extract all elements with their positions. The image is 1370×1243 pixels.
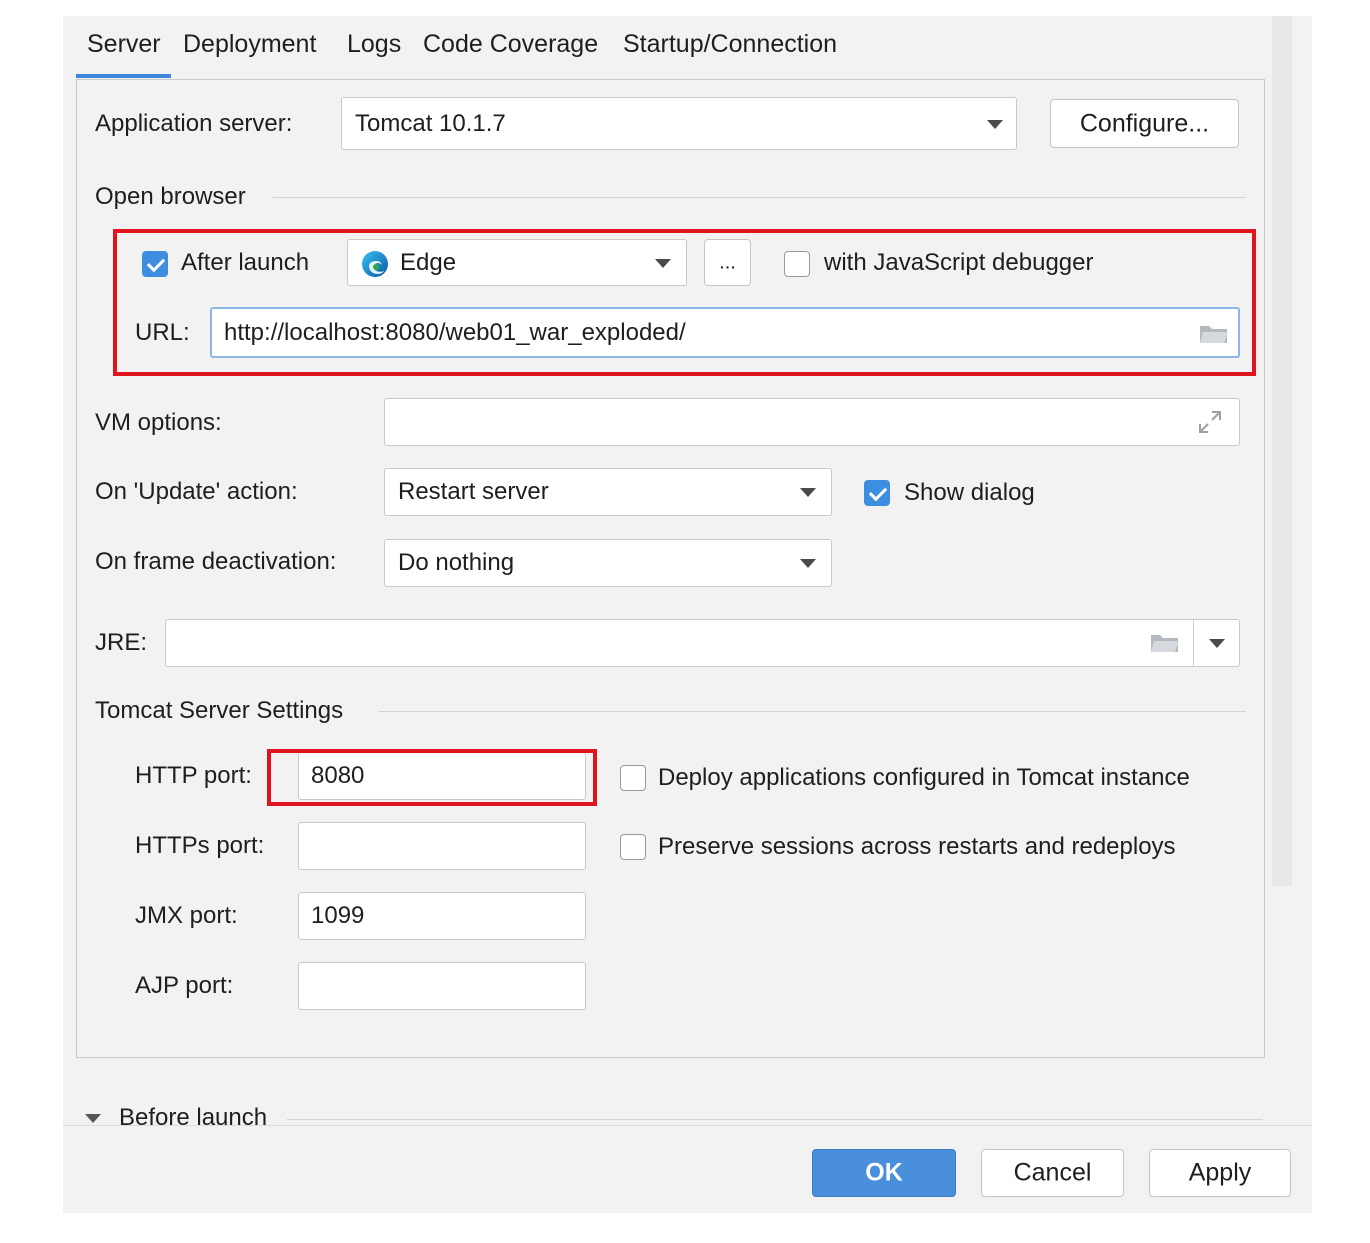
jmx-port-text-input[interactable] xyxy=(299,893,585,939)
chevron-down-icon xyxy=(987,120,1003,129)
vm-options-label: VM options: xyxy=(95,409,222,436)
before-launch-separator xyxy=(287,1119,1263,1120)
tab-code-coverage[interactable]: Code Coverage xyxy=(423,30,598,59)
application-server-select[interactable]: Tomcat 10.1.7 xyxy=(341,97,1017,150)
cancel-button-label: Cancel xyxy=(1013,1158,1092,1187)
https-port-label: HTTPs port: xyxy=(135,832,265,859)
run-configuration-dialog: Server Deployment Logs Code Coverage Sta… xyxy=(63,16,1312,1213)
on-frame-deactivation-value: Do nothing xyxy=(398,549,515,576)
jre-divider xyxy=(1193,620,1194,666)
on-frame-deactivation-select[interactable]: Do nothing xyxy=(384,539,832,587)
tomcat-settings-separator xyxy=(379,711,1246,712)
chevron-down-icon xyxy=(800,488,816,497)
open-browser-section-label: Open browser xyxy=(95,183,246,210)
configure-button-label: Configure... xyxy=(1079,109,1210,137)
url-highlight-box xyxy=(113,229,1256,376)
apply-button-label: Apply xyxy=(1188,1158,1252,1187)
tomcat-settings-section-label: Tomcat Server Settings xyxy=(95,697,344,724)
vm-options-text-input[interactable] xyxy=(385,399,1239,445)
on-frame-deactivation-label: On frame deactivation: xyxy=(95,548,337,575)
vertical-scrollbar[interactable] xyxy=(1272,16,1292,886)
dialog-footer xyxy=(63,1125,1312,1213)
vm-options-input[interactable] xyxy=(384,398,1240,446)
https-port-text-input[interactable] xyxy=(299,823,585,869)
deploy-applications-label: Deploy applications configured in Tomcat… xyxy=(658,764,1190,791)
chevron-down-icon[interactable] xyxy=(1209,639,1225,648)
jmx-port-input[interactable] xyxy=(298,892,586,940)
ajp-port-label: AJP port: xyxy=(135,972,234,999)
expand-icon[interactable] xyxy=(1197,409,1223,435)
http-port-label: HTTP port: xyxy=(135,762,252,789)
https-port-input[interactable] xyxy=(298,822,586,870)
application-server-label: Application server: xyxy=(95,110,293,137)
ok-button[interactable]: OK xyxy=(812,1149,956,1197)
configure-button[interactable]: Configure... xyxy=(1050,99,1239,148)
show-dialog-label: Show dialog xyxy=(904,479,1035,506)
collapse-triangle-icon[interactable] xyxy=(85,1114,101,1123)
jre-label: JRE: xyxy=(95,629,148,656)
preserve-sessions-checkbox[interactable] xyxy=(620,834,646,860)
cancel-button[interactable]: Cancel xyxy=(981,1149,1124,1197)
open-browser-separator xyxy=(273,197,1246,198)
folder-open-icon[interactable] xyxy=(1150,632,1180,654)
application-server-value: Tomcat 10.1.7 xyxy=(355,109,506,137)
jre-text-input[interactable] xyxy=(166,620,1146,666)
jmx-port-label: JMX port: xyxy=(135,902,238,929)
active-tab-indicator xyxy=(76,74,171,78)
on-update-action-value: Restart server xyxy=(398,478,549,505)
on-update-action-select[interactable]: Restart server xyxy=(384,468,832,516)
tab-server[interactable]: Server xyxy=(87,30,161,59)
ajp-port-text-input[interactable] xyxy=(299,963,585,1009)
jre-select[interactable] xyxy=(165,619,1240,667)
tab-logs[interactable]: Logs xyxy=(347,30,401,59)
deploy-applications-checkbox[interactable] xyxy=(620,765,646,791)
show-dialog-checkbox[interactable] xyxy=(864,480,890,506)
tab-startup-connection[interactable]: Startup/Connection xyxy=(623,30,837,59)
chevron-down-icon xyxy=(800,559,816,568)
tab-bar: Server Deployment Logs Code Coverage Sta… xyxy=(63,16,1272,78)
ajp-port-input[interactable] xyxy=(298,962,586,1010)
on-update-action-label: On 'Update' action: xyxy=(95,478,298,505)
http-port-highlight-box xyxy=(267,749,597,806)
preserve-sessions-label: Preserve sessions across restarts and re… xyxy=(658,833,1176,860)
apply-button[interactable]: Apply xyxy=(1149,1149,1291,1197)
ok-button-label: OK xyxy=(865,1158,903,1187)
tab-deployment[interactable]: Deployment xyxy=(183,30,316,59)
